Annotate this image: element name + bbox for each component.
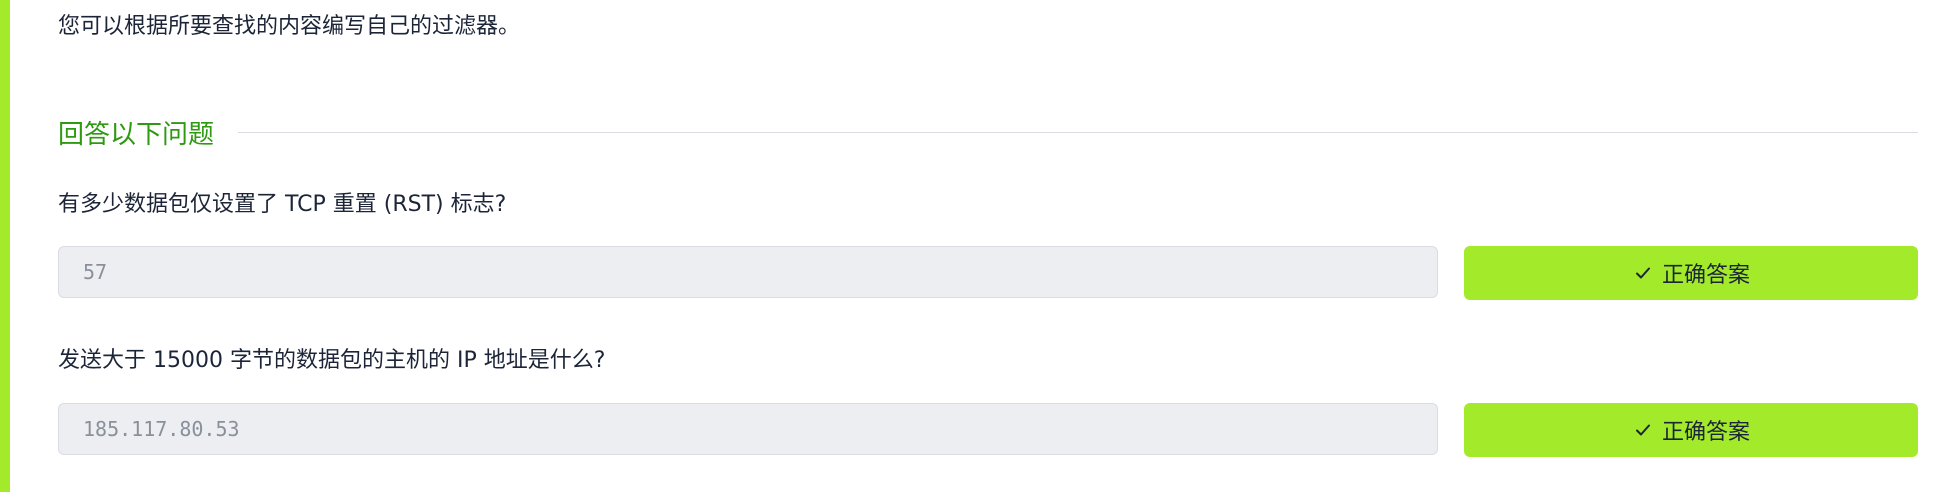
answer-field-2[interactable]: 185.117.80.53 <box>58 403 1438 455</box>
question-2-text: 发送大于 15000 字节的数据包的主机的 IP 地址是什么? <box>58 348 606 373</box>
answer-row-2: 185.117.80.53 正确答案 <box>58 403 1918 457</box>
check-icon <box>1632 419 1654 441</box>
check-icon <box>1632 262 1654 284</box>
section-header: 回答以下问题 <box>58 112 1918 152</box>
answer-row-1: 57 正确答案 <box>58 246 1918 300</box>
intro-text: 您可以根据所要查找的内容编写自己的过滤器。 <box>58 14 521 39</box>
section-divider <box>238 131 1918 133</box>
accent-bar <box>0 0 10 492</box>
correct-answer-label-2: 正确答案 <box>1661 420 1750 445</box>
question-1-text: 有多少数据包仅设置了 TCP 重置 (RST) 标志? <box>58 192 507 217</box>
section-title: 回答以下问题 <box>58 119 215 150</box>
task-panel: 您可以根据所要查找的内容编写自己的过滤器。 回答以下问题 有多少数据包仅设置了 … <box>0 0 1948 492</box>
correct-answer-label-1: 正确答案 <box>1661 263 1750 288</box>
correct-answer-button-2[interactable]: 正确答案 <box>1464 403 1918 457</box>
correct-answer-button-1[interactable]: 正确答案 <box>1464 246 1918 300</box>
answer-field-1[interactable]: 57 <box>58 246 1438 298</box>
